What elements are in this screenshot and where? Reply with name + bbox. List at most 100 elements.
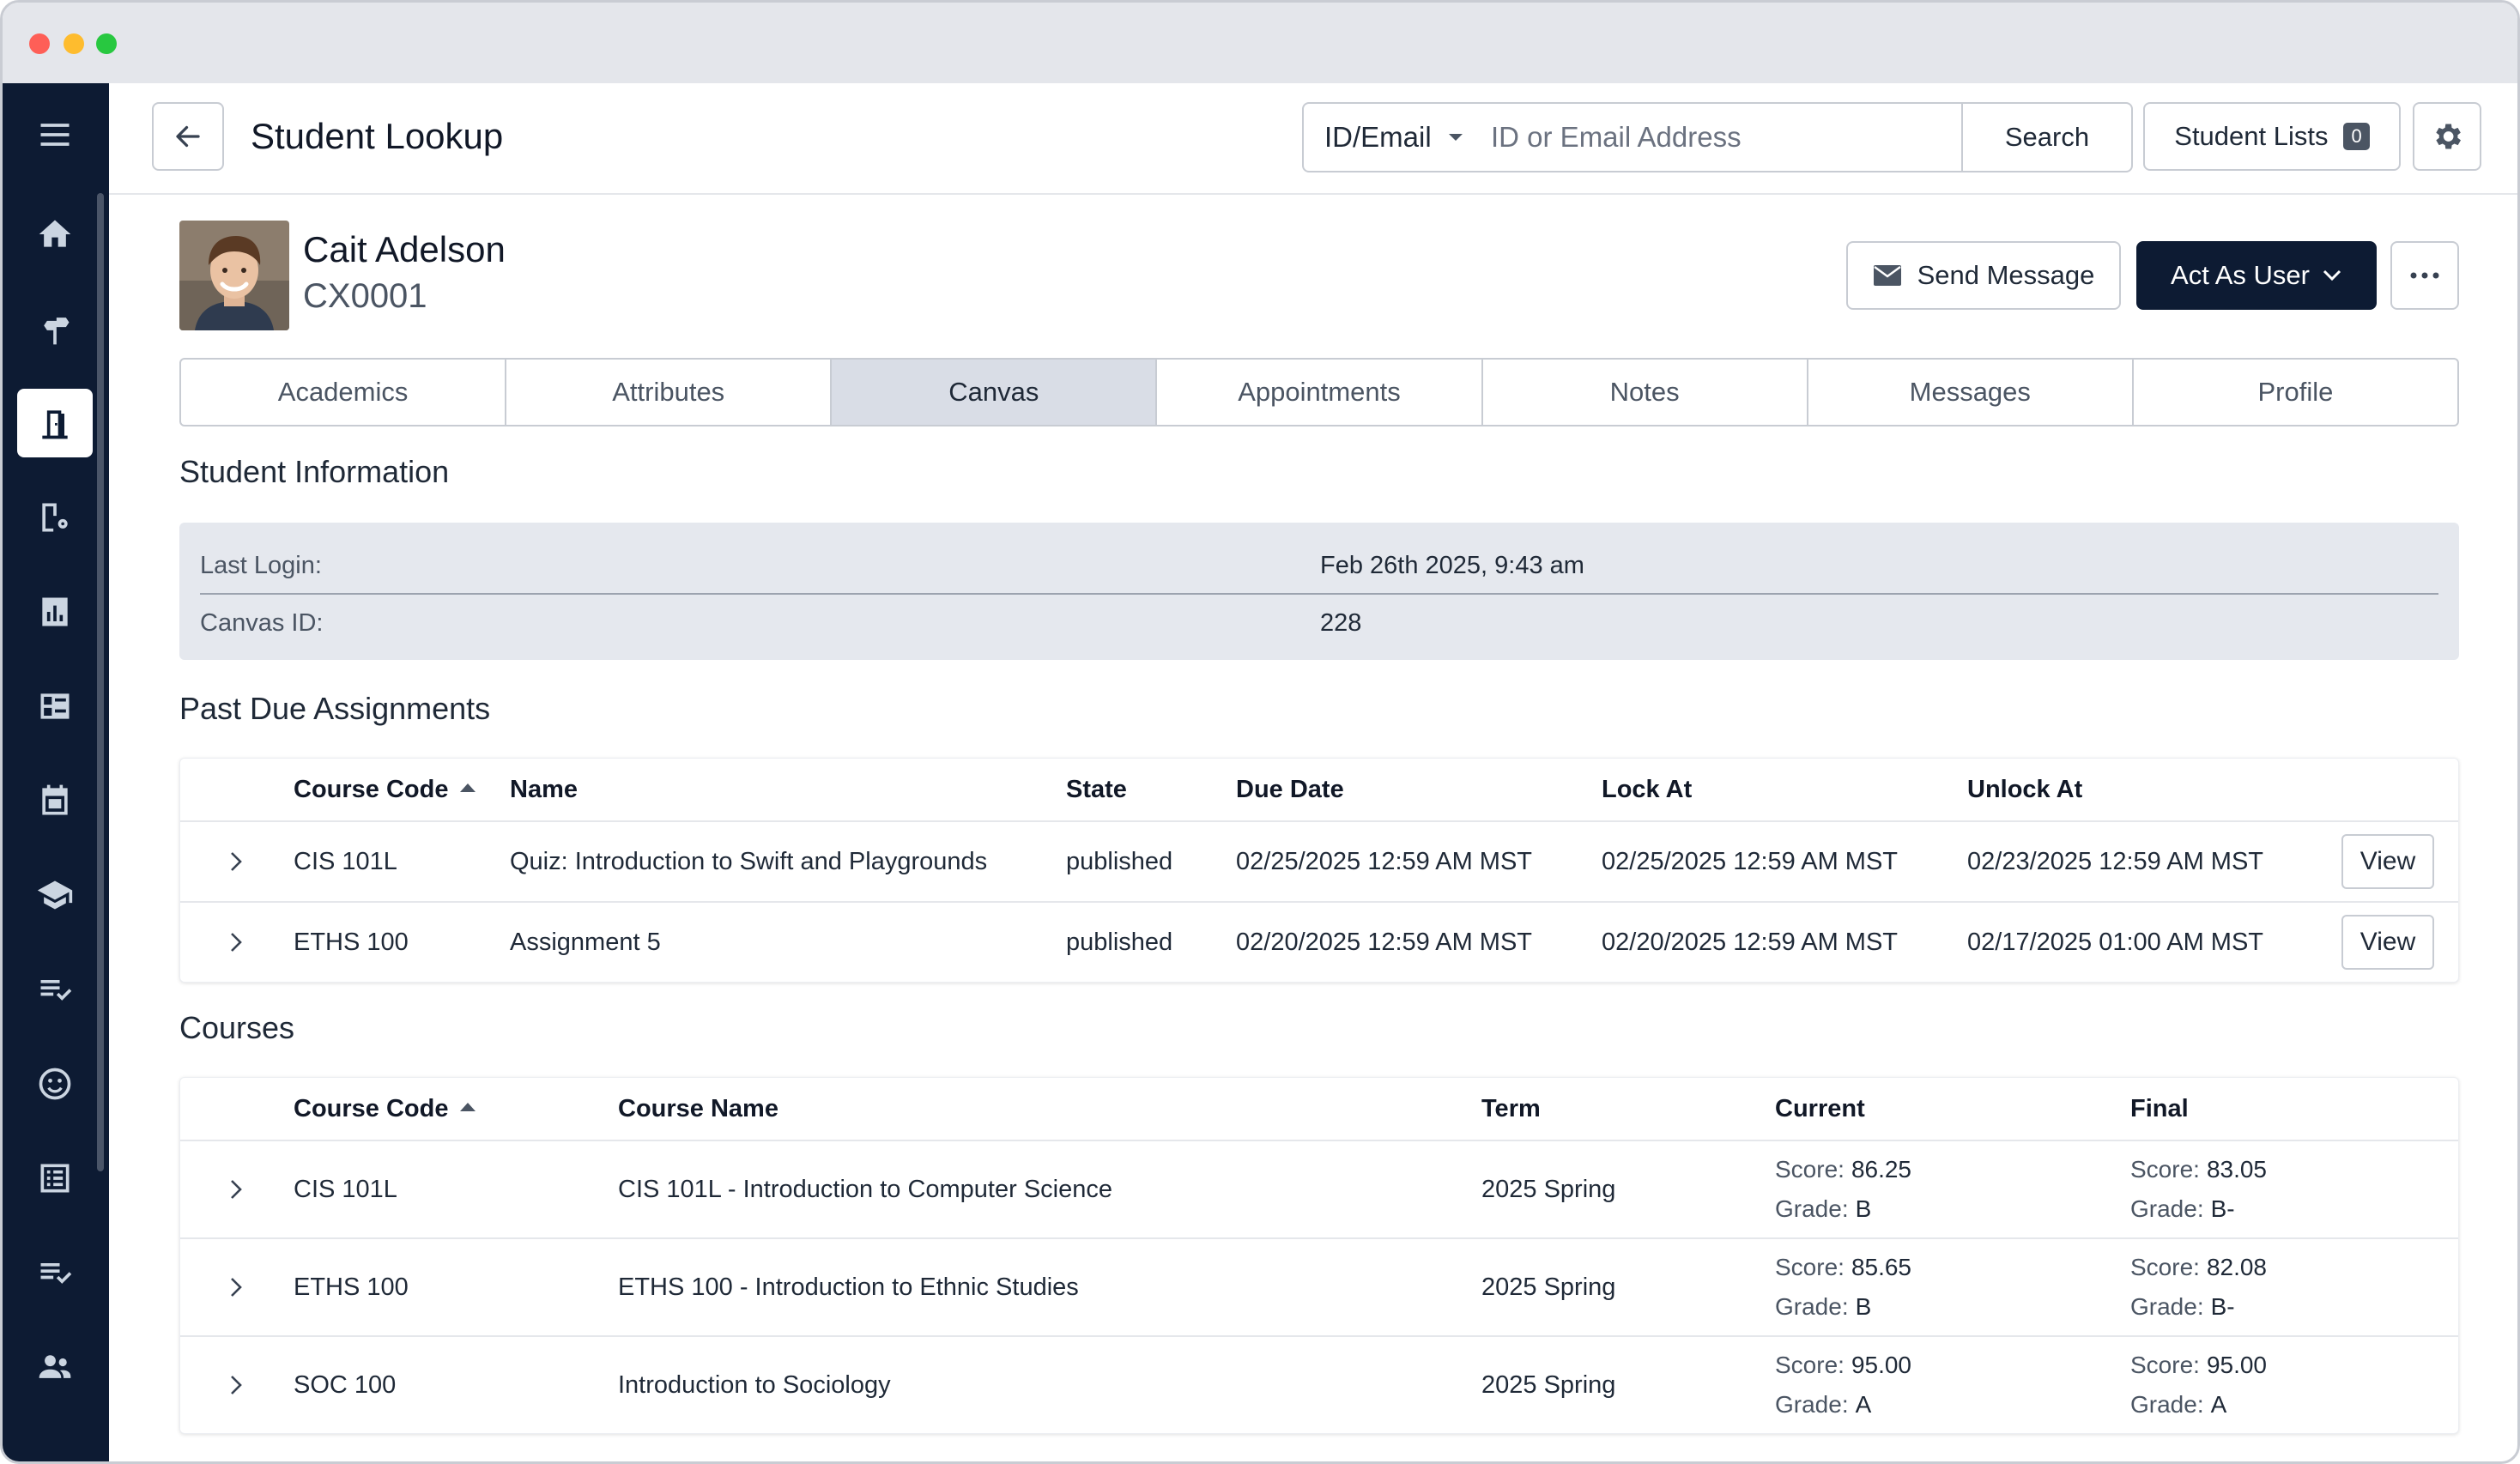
sidebar-item-home[interactable]	[17, 200, 93, 269]
maximize-window-button[interactable]	[96, 33, 117, 54]
smiley-icon	[39, 1068, 71, 1100]
tab-notes[interactable]: Notes	[1483, 360, 1808, 425]
assignment-name: Quiz: Introduction to Swift and Playgrou…	[510, 847, 988, 875]
tab-profile[interactable]: Profile	[2134, 360, 2457, 425]
people-icon	[39, 1355, 71, 1378]
final-grade: B-	[2210, 1195, 2235, 1222]
course-name: ETHS 100 - Introduction to Ethnic Studie…	[618, 1273, 1079, 1301]
sidebar-item-tasks[interactable]	[17, 955, 93, 1024]
view-button[interactable]: View	[2341, 915, 2434, 970]
sidebar-item-users[interactable]	[17, 1333, 93, 1401]
sidebar-scrollbar[interactable]	[97, 193, 104, 1171]
student-lists-label: Student Lists	[2174, 121, 2329, 151]
column-header-term[interactable]: Term	[1481, 1095, 1541, 1123]
bar-chart-icon	[42, 597, 68, 626]
final-grade-block: Score: 95.00 Grade: A	[2130, 1352, 2268, 1418]
act-as-user-button[interactable]: Act As User	[2136, 241, 2377, 310]
calendar-icon	[42, 784, 68, 815]
search-group: ID/Email Search	[1302, 102, 2133, 172]
column-header-name[interactable]: Name	[510, 776, 578, 804]
due-date: 02/25/2025 12:59 AM MST	[1236, 847, 1532, 875]
course-code: SOC 100	[294, 1370, 397, 1399]
back-button[interactable]	[152, 102, 224, 171]
student-lists-button[interactable]: Student Lists 0	[2143, 102, 2401, 171]
sidebar-item-lists[interactable]	[17, 1144, 93, 1213]
graduation-cap-icon	[37, 880, 73, 910]
info-row-last-login: Last Login: Feb 26th 2025, 9:43 am	[200, 538, 2438, 595]
course-code: CIS 101L	[294, 1175, 397, 1203]
course-term: 2025 Spring	[1481, 1175, 1616, 1203]
settings-button[interactable]	[2413, 102, 2481, 171]
arrow-left-icon	[176, 125, 200, 148]
sidebar-item-academics[interactable]	[17, 861, 93, 929]
column-header-current[interactable]: Current	[1775, 1095, 1865, 1123]
building-settings-icon	[42, 503, 68, 532]
current-score: 86.25	[1851, 1156, 1912, 1183]
tab-canvas[interactable]: Canvas	[832, 360, 1158, 425]
sidebar-item-tasks-2[interactable]	[17, 1238, 93, 1307]
final-score: 83.05	[2206, 1156, 2268, 1183]
tab-messages[interactable]: Messages	[1808, 360, 2134, 425]
topbar: Student Lookup ID/Email Search Student L…	[109, 83, 2517, 195]
final-score: 82.08	[2206, 1254, 2268, 1280]
sidebar-item-reports[interactable]	[17, 578, 93, 646]
sidebar-item-calendar[interactable]	[17, 766, 93, 835]
sidebar	[3, 83, 109, 1461]
final-grade-block: Score: 83.05 Grade: B-	[2130, 1156, 2268, 1222]
list-icon	[40, 1164, 70, 1193]
column-header-state[interactable]: State	[1066, 776, 1127, 804]
more-actions-button[interactable]	[2390, 241, 2459, 310]
table-header: Course Code Name State Due Date Lock At …	[180, 759, 2458, 822]
column-header-due-date[interactable]: Due Date	[1236, 776, 1344, 804]
view-button[interactable]: View	[2341, 834, 2434, 889]
door-icon	[42, 410, 68, 439]
student-tabs: Academics Attributes Canvas Appointments…	[179, 358, 2459, 426]
sidebar-menu-toggle[interactable]	[17, 100, 93, 169]
minimize-window-button[interactable]	[64, 33, 84, 54]
send-message-button[interactable]: Send Message	[1846, 241, 2121, 310]
search-button[interactable]: Search	[1961, 104, 2131, 171]
sidebar-item-dashboard[interactable]	[17, 672, 93, 741]
expand-row-button[interactable]	[225, 1276, 247, 1298]
unlock-at: 02/17/2025 01:00 AM MST	[1967, 928, 2263, 956]
column-header-course-name[interactable]: Course Name	[618, 1095, 778, 1123]
final-grade: B-	[2210, 1293, 2235, 1320]
expand-row-button[interactable]	[225, 931, 247, 953]
search-type-label: ID/Email	[1324, 121, 1432, 153]
expand-row-button[interactable]	[225, 1178, 247, 1201]
gear-icon	[2436, 124, 2461, 149]
expand-row-button[interactable]	[225, 1374, 247, 1396]
table-row: CIS 101L Quiz: Introduction to Swift and…	[180, 822, 2458, 903]
expand-row-button[interactable]	[225, 850, 247, 873]
course-code: CIS 101L	[294, 847, 397, 875]
tab-appointments[interactable]: Appointments	[1157, 360, 1483, 425]
sidebar-item-student-lookup[interactable]	[17, 389, 93, 457]
sidebar-item-building-settings[interactable]	[17, 483, 93, 552]
column-header-course-code[interactable]: Course Code	[294, 1095, 476, 1123]
final-grade: A	[2210, 1391, 2227, 1418]
final-score: 95.00	[2206, 1352, 2268, 1378]
sort-ascending-icon	[460, 783, 476, 792]
ellipsis-icon	[2410, 272, 2439, 279]
search-input[interactable]	[1479, 104, 1961, 171]
page-title: Student Lookup	[251, 116, 504, 156]
column-header-final[interactable]: Final	[2130, 1095, 2189, 1123]
tab-academics[interactable]: Academics	[181, 360, 507, 425]
course-name: Introduction to Sociology	[618, 1370, 891, 1399]
chevron-right-icon	[231, 933, 242, 952]
caret-down-icon	[1448, 134, 1463, 141]
courses-table: Course Code Course Name Term Current Fin…	[179, 1077, 2459, 1434]
tab-attributes[interactable]: Attributes	[506, 360, 833, 425]
column-header-course-code[interactable]: Course Code	[294, 776, 476, 804]
search-type-dropdown[interactable]: ID/Email	[1304, 104, 1479, 171]
student-name: Cait Adelson	[303, 229, 506, 269]
current-grade-block: Score: 85.65 Grade: B	[1775, 1254, 1912, 1320]
lock-at: 02/25/2025 12:59 AM MST	[1602, 847, 1898, 875]
sidebar-item-wellbeing[interactable]	[17, 1050, 93, 1118]
close-window-button[interactable]	[29, 33, 50, 54]
app-window: Student Lookup ID/Email Search Student L…	[0, 0, 2520, 1464]
column-header-lock-at[interactable]: Lock At	[1602, 776, 1692, 804]
act-as-user-label: Act As User	[2171, 260, 2310, 290]
column-header-unlock-at[interactable]: Unlock At	[1967, 776, 2082, 804]
sidebar-item-directions[interactable]	[17, 294, 93, 363]
